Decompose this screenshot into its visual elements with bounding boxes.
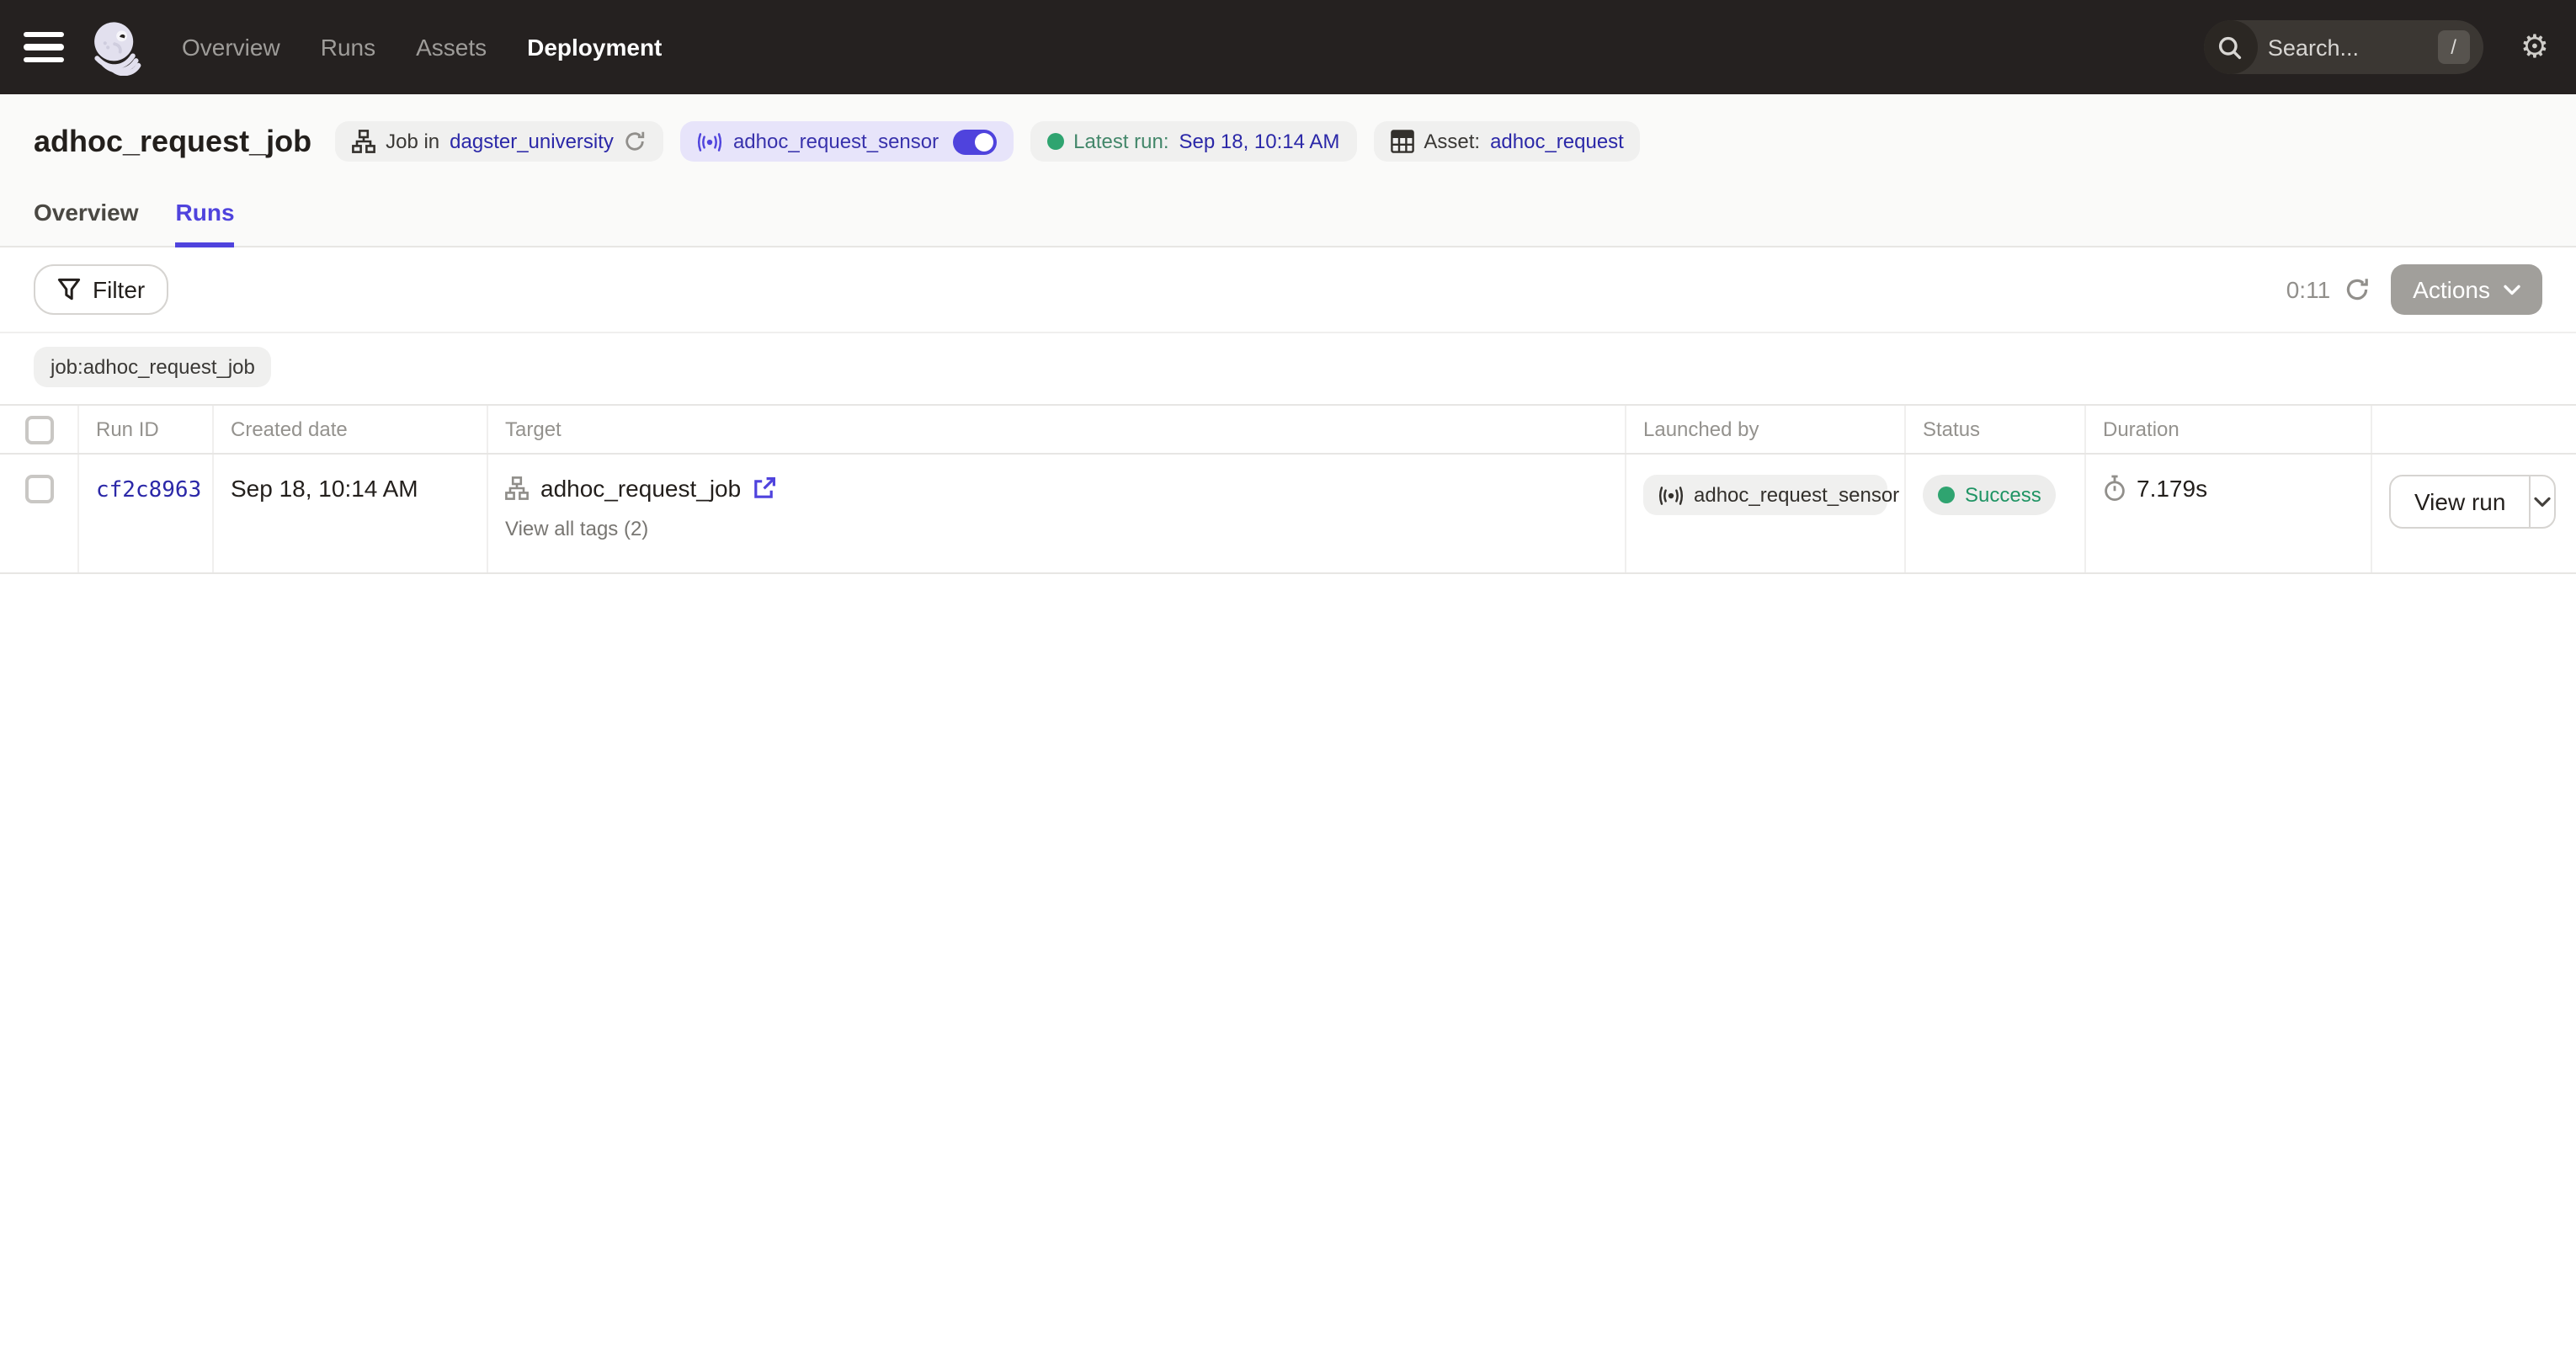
row-select-cell — [0, 455, 79, 572]
app: Overview Runs Assets Deployment / ⚙ adho… — [0, 0, 2576, 1367]
search-input[interactable] — [2258, 35, 2437, 60]
latest-run-badge: Latest run: Sep 18, 10:14 AM — [1030, 121, 1356, 162]
select-all-checkbox[interactable] — [24, 415, 53, 444]
job-location-badge: Job in dagster_university — [335, 121, 664, 162]
status-label: Success — [1965, 483, 2041, 507]
table-row: cf2c8963 Sep 18, 10:14 AM adhoc_request_… — [0, 455, 2576, 574]
sensor-icon — [698, 129, 723, 154]
sensor-toggle[interactable] — [952, 129, 996, 154]
latest-run-link[interactable]: Sep 18, 10:14 AM — [1179, 130, 1340, 153]
column-header-created-date: Created date — [214, 406, 488, 453]
column-header-target: Target — [488, 406, 1626, 453]
chevron-down-icon — [2504, 284, 2520, 295]
actions-button-label: Actions — [2413, 276, 2490, 303]
table-header-row: Run ID Created date Target Launched by S… — [0, 404, 2576, 455]
asset-table-icon — [1390, 130, 1413, 153]
sensor-link[interactable]: adhoc_request_sensor — [733, 130, 939, 153]
reload-location-icon[interactable] — [624, 130, 647, 153]
search-box[interactable]: / — [2204, 20, 2483, 74]
latest-run-label: Latest run: — [1073, 130, 1168, 153]
job-fork-icon — [505, 476, 529, 500]
filter-button-label: Filter — [93, 276, 145, 303]
code-location-link[interactable]: dagster_university — [450, 130, 614, 153]
tab-overview[interactable]: Overview — [34, 182, 139, 246]
launched-by-pill[interactable]: adhoc_request_sensor — [1643, 475, 1887, 515]
run-id-link[interactable]: cf2c8963 — [96, 478, 201, 503]
tab-runs[interactable]: Runs — [176, 182, 235, 246]
run-id-cell: cf2c8963 — [79, 455, 214, 572]
target-job-name: adhoc_request_job — [540, 475, 741, 502]
column-header-launched-by: Launched by — [1626, 406, 1906, 453]
search-icon — [2204, 20, 2258, 74]
job-badge-prefix: Job in — [386, 130, 439, 153]
filter-button[interactable]: Filter — [34, 264, 168, 315]
asset-badge: Asset: adhoc_request — [1373, 121, 1641, 162]
refresh-countdown: 0:11 — [2286, 276, 2330, 303]
created-date-cell: Sep 18, 10:14 AM — [214, 455, 488, 572]
filter-tag[interactable]: job:adhoc_request_job — [34, 347, 272, 387]
nav-item-deployment[interactable]: Deployment — [527, 34, 662, 61]
column-header-actions — [2372, 406, 2576, 453]
column-header-run-id: Run ID — [79, 406, 214, 453]
funnel-icon — [57, 278, 81, 301]
view-run-caret-button[interactable] — [2531, 476, 2554, 527]
job-fork-icon — [352, 130, 375, 153]
asset-badge-prefix: Asset: — [1424, 130, 1480, 153]
launched-by-label: adhoc_request_sensor — [1694, 483, 1899, 507]
view-run-split-button: View run — [2389, 475, 2556, 529]
settings-gear-icon[interactable]: ⚙ — [2520, 31, 2549, 63]
asset-link[interactable]: adhoc_request — [1490, 130, 1624, 153]
open-in-new-icon[interactable] — [753, 476, 776, 500]
page-title: adhoc_request_job — [34, 124, 311, 159]
row-checkbox[interactable] — [24, 475, 53, 503]
runs-table: Run ID Created date Target Launched by S… — [0, 404, 2576, 574]
page-header: adhoc_request_job Job in dagster_univers… — [0, 94, 2576, 247]
filter-tag-row: job:adhoc_request_job — [0, 333, 2576, 404]
dagster-logo-icon[interactable] — [88, 19, 145, 76]
sensor-icon — [1658, 482, 1684, 508]
sensor-badge: adhoc_request_sensor — [681, 121, 1013, 162]
row-actions-cell: View run — [2372, 455, 2576, 572]
target-cell: adhoc_request_job View all tags (2) — [488, 455, 1626, 572]
top-navbar: Overview Runs Assets Deployment / ⚙ — [0, 0, 2576, 94]
column-header-duration: Duration — [2086, 406, 2372, 453]
title-row: adhoc_request_job Job in dagster_univers… — [0, 94, 2576, 175]
refresh-icon[interactable] — [2344, 276, 2371, 303]
nav-item-overview[interactable]: Overview — [182, 34, 280, 61]
hamburger-menu-icon[interactable] — [24, 32, 64, 62]
duration-value: 7.179s — [2137, 475, 2207, 502]
actions-button[interactable]: Actions — [2391, 264, 2542, 315]
stopwatch-icon — [2103, 475, 2126, 502]
column-header-status: Status — [1906, 406, 2086, 453]
search-shortcut-key: / — [2437, 30, 2470, 64]
launched-by-cell: adhoc_request_sensor — [1626, 455, 1906, 572]
status-dot — [1938, 487, 1955, 503]
nav-item-runs[interactable]: Runs — [321, 34, 375, 61]
view-all-tags-link[interactable]: View all tags (2) — [505, 517, 648, 540]
view-run-button[interactable]: View run — [2391, 476, 2531, 527]
nav-item-assets[interactable]: Assets — [416, 34, 487, 61]
select-all-cell — [0, 406, 79, 453]
duration-cell: 7.179s — [2086, 455, 2372, 572]
runs-toolbar: Filter 0:11 Actions — [0, 247, 2576, 333]
primary-nav: Overview Runs Assets Deployment — [182, 34, 662, 61]
status-badge[interactable]: Success — [1923, 475, 2057, 515]
latest-run-status-dot — [1046, 133, 1063, 150]
tabs: Overview Runs — [0, 182, 2576, 247]
status-cell: Success — [1906, 455, 2086, 572]
